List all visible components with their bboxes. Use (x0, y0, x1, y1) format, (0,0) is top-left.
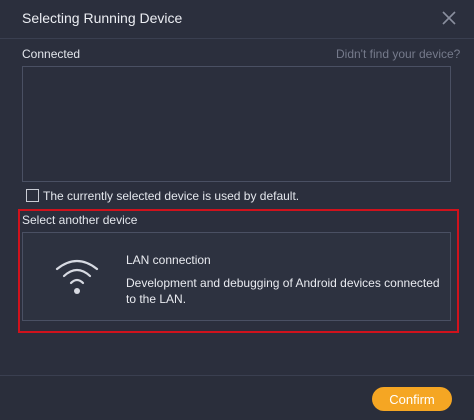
lan-connection-description: Development and debugging of Android dev… (126, 276, 440, 306)
close-button[interactable] (439, 8, 459, 28)
close-icon (442, 11, 456, 25)
didnt-find-device-link[interactable]: Didn't find your device? (336, 47, 460, 61)
default-device-label: The currently selected device is used by… (43, 189, 300, 203)
default-device-checkbox[interactable] (26, 189, 39, 202)
connected-label: Connected (22, 47, 81, 61)
confirm-button[interactable]: Confirm (372, 387, 452, 411)
select-device-dialog: Selecting Running Device Connected Didn'… (0, 0, 474, 420)
wifi-icon (55, 259, 99, 294)
lan-connection-option[interactable]: LAN connection Development and debugging… (22, 232, 451, 321)
lan-connection-title: LAN connection (126, 253, 211, 267)
select-another-device-label: Select another device (22, 213, 138, 227)
dialog-title: Selecting Running Device (22, 10, 183, 26)
title-divider (0, 38, 474, 39)
title-bar: Selecting Running Device (0, 0, 474, 38)
connected-device-list[interactable] (22, 66, 451, 182)
